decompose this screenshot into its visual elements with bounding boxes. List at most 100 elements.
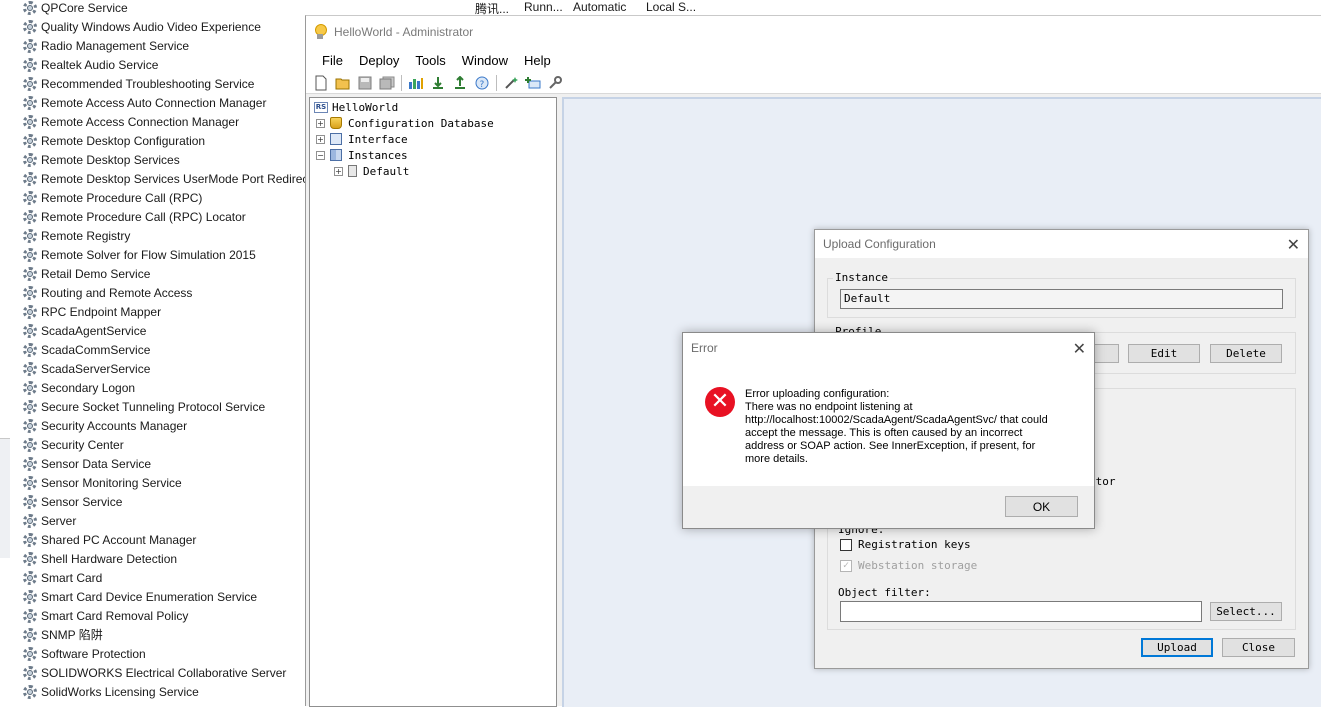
service-row[interactable]: SNMP 陷阱	[22, 625, 103, 644]
close-button[interactable]: Close	[1222, 638, 1295, 657]
service-row[interactable]: ScadaAgentService	[22, 321, 146, 340]
tree-item-instances[interactable]: − Instances	[316, 147, 408, 163]
service-gear-icon	[22, 532, 38, 548]
service-row[interactable]: Retail Demo Service	[22, 264, 150, 283]
menu-help[interactable]: Help	[516, 53, 559, 68]
service-row[interactable]: Remote Desktop Services UserMode Port Re…	[22, 169, 322, 188]
service-row[interactable]: Remote Registry	[22, 226, 130, 245]
service-row[interactable]: Remote Procedure Call (RPC) Locator	[22, 207, 246, 226]
tree-root[interactable]: RS HelloWorld	[314, 99, 398, 115]
service-gear-icon	[22, 152, 38, 168]
new-icon[interactable]	[310, 73, 332, 93]
wand-icon[interactable]	[500, 73, 522, 93]
registration-keys-option[interactable]: Registration keys	[840, 538, 971, 551]
object-filter-input[interactable]	[840, 601, 1202, 622]
add-instance-icon[interactable]	[522, 73, 544, 93]
tools-icon[interactable]	[544, 73, 566, 93]
service-row[interactable]: Routing and Remote Access	[22, 283, 192, 302]
service-row[interactable]: Security Accounts Manager	[22, 416, 187, 435]
error-dialog-footer: OK	[683, 486, 1094, 528]
service-row[interactable]: Sensor Service	[22, 492, 122, 511]
service-name: Security Accounts Manager	[41, 418, 188, 433]
ok-button[interactable]: OK	[1005, 496, 1078, 517]
tree-item-label: Configuration Database	[348, 116, 494, 130]
registration-keys-checkbox[interactable]	[840, 538, 852, 551]
import-icon[interactable]	[427, 73, 449, 93]
expand-icon[interactable]: +	[334, 166, 343, 176]
service-row[interactable]: RPC Endpoint Mapper	[22, 302, 161, 321]
service-row[interactable]: Remote Access Connection Manager	[22, 112, 239, 131]
service-row[interactable]: Realtek Audio Service	[22, 55, 158, 74]
service-gear-icon	[22, 665, 38, 681]
expand-icon[interactable]: +	[316, 134, 325, 144]
service-gear-icon	[22, 323, 38, 339]
service-row[interactable]: QPCore Service	[22, 0, 128, 17]
service-row[interactable]: SOLIDWORKS Electrical Collaborative Serv…	[22, 663, 286, 682]
chart-icon[interactable]	[405, 73, 427, 93]
service-name: ScadaCommService	[41, 342, 151, 357]
service-row[interactable]: Smart Card Removal Policy	[22, 606, 188, 625]
service-row[interactable]: Radio Management Service	[22, 36, 189, 55]
select-button[interactable]: Select...	[1210, 602, 1282, 621]
service-row[interactable]: Security Center	[22, 435, 124, 454]
service-row[interactable]: Remote Desktop Services	[22, 150, 180, 169]
profile-delete-button[interactable]: Delete	[1210, 344, 1282, 363]
service-row[interactable]: ScadaServerService	[22, 359, 150, 378]
open-icon[interactable]	[332, 73, 354, 93]
service-row[interactable]: Quality Windows Audio Video Experience	[22, 17, 261, 36]
help-icon[interactable]: ?	[471, 73, 493, 93]
interface-icon	[330, 133, 342, 145]
service-name: Remote Desktop Configuration	[41, 133, 206, 148]
upload-button[interactable]: Upload	[1141, 638, 1213, 657]
save-icon[interactable]	[354, 73, 376, 93]
instance-label: Instance	[833, 271, 890, 284]
menu-tools[interactable]: Tools	[407, 53, 453, 68]
save-all-icon[interactable]	[376, 73, 398, 93]
service-name: Security Center	[41, 437, 124, 452]
service-name: Recommended Troubleshooting Service	[41, 76, 255, 91]
expand-icon[interactable]: +	[316, 118, 325, 128]
profile-edit-button[interactable]: Edit	[1128, 344, 1200, 363]
service-row[interactable]: Remote Desktop Configuration	[22, 131, 205, 150]
service-row[interactable]: ScadaCommService	[22, 340, 150, 359]
service-row[interactable]: Smart Card Device Enumeration Service	[22, 587, 257, 606]
service-gear-icon	[22, 0, 38, 16]
service-name: Smart Card Removal Policy	[41, 608, 189, 623]
service-row[interactable]: Sensor Monitoring Service	[22, 473, 182, 492]
service-row[interactable]: Software Protection	[22, 644, 146, 663]
close-icon[interactable]: ✕	[1073, 339, 1086, 358]
menu-window[interactable]: Window	[454, 53, 516, 68]
service-row[interactable]: SolidWorks Licensing Service	[22, 682, 199, 701]
service-row[interactable]: Smart Card	[22, 568, 102, 587]
service-row[interactable]: Recommended Troubleshooting Service	[22, 74, 254, 93]
service-row[interactable]: Secondary Logon	[22, 378, 135, 397]
service-row[interactable]: Server	[22, 511, 76, 530]
service-gear-icon	[22, 190, 38, 206]
service-row[interactable]: Shell Hardware Detection	[22, 549, 177, 568]
error-message: Error uploading configuration: There was…	[745, 388, 1048, 465]
export-icon[interactable]	[449, 73, 471, 93]
collapse-icon[interactable]: −	[316, 150, 325, 160]
service-gear-icon	[22, 57, 38, 73]
service-row[interactable]: Remote Procedure Call (RPC)	[22, 188, 202, 207]
service-gear-icon	[22, 171, 38, 187]
service-row[interactable]: Secure Socket Tunneling Protocol Service	[22, 397, 265, 416]
instance-field[interactable]: Default	[840, 289, 1283, 309]
close-icon[interactable]: ✕	[1287, 235, 1300, 254]
service-name: Remote Access Auto Connection Manager	[41, 95, 267, 110]
service-row[interactable]: Remote Solver for Flow Simulation 2015	[22, 245, 256, 264]
svg-text:?: ?	[480, 80, 485, 90]
service-gear-icon	[22, 342, 38, 358]
service-row[interactable]: Sensor Data Service	[22, 454, 151, 473]
service-name: Shell Hardware Detection	[41, 551, 178, 566]
service-row[interactable]: Shared PC Account Manager	[22, 530, 196, 549]
menu-file[interactable]: File	[314, 53, 351, 68]
error-icon: ✕	[705, 387, 735, 417]
tree-item-interface[interactable]: + Interface	[316, 131, 408, 147]
service-row[interactable]: Remote Access Auto Connection Manager	[22, 93, 266, 112]
menu-deploy[interactable]: Deploy	[351, 53, 407, 68]
tree-item-default[interactable]: + Default	[334, 163, 409, 179]
service-gear-icon	[22, 456, 38, 472]
service-gear-icon	[22, 418, 38, 434]
tree-item-configuration-database[interactable]: + Configuration Database	[316, 115, 494, 131]
